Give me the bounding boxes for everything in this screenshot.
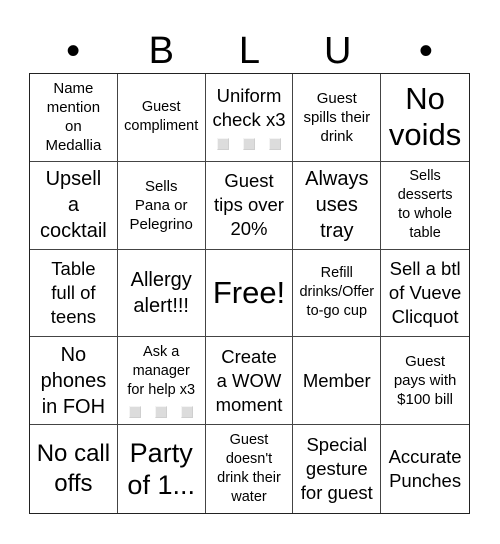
bingo-cell[interactable]: Create a WOW moment (205, 337, 294, 426)
cell-text: Party of 1... (127, 438, 195, 501)
cell-text: Guest doesn't drink their water (217, 432, 281, 506)
checkbox[interactable] (268, 138, 281, 151)
cell-text: Create a WOW moment (215, 345, 283, 415)
bingo-cell[interactable]: Always uses tray (293, 161, 382, 250)
checkbox[interactable] (242, 138, 255, 151)
cell-text: Sells Pana or Pelegrino (129, 177, 193, 233)
bingo-cell[interactable]: Guest spills their drink (293, 74, 382, 162)
cell-text: Accurate Punches (388, 446, 462, 492)
bingo-cell[interactable]: Special gesture for guest (293, 425, 382, 513)
cell-text: No voids (388, 81, 462, 153)
cell-text: Refill drinks/Offer to-go cup (299, 265, 375, 320)
bingo-cell[interactable]: Sell a btl of Vueve Clicquot (381, 250, 469, 338)
cell-text: Name mention on Medallia (45, 80, 102, 155)
bingo-cell[interactable]: Refill drinks/Offer to-go cup (293, 249, 382, 338)
header-letter-l: L (238, 29, 261, 72)
cell-text: Sells desserts to whole table (397, 168, 453, 242)
cell-text: Guest spills their drink (303, 89, 371, 145)
cell-text: Allergy alert!!! (130, 268, 192, 317)
checkbox[interactable] (129, 406, 142, 419)
cell-text: Ask a manager for help x3 (127, 344, 196, 399)
cell-text: Guest tips over 20% (214, 170, 284, 240)
bingo-cell[interactable]: Table full of teens (30, 249, 118, 338)
bingo-grid: Name mention on Medallia Guest complimen… (29, 73, 470, 514)
header-letter-u: U (323, 29, 352, 72)
bingo-cell[interactable]: Upsell a cocktail (30, 161, 118, 250)
bingo-cell[interactable]: Party of 1... (118, 425, 206, 513)
bingo-cell[interactable]: Allergy alert!!! (117, 249, 206, 338)
bingo-cell[interactable]: No voids (381, 74, 469, 162)
header-letter-b: B (148, 29, 174, 72)
cell-text: No call offs (36, 440, 111, 498)
header-dot-left: • (66, 28, 81, 73)
cell-text: Special gesture for guest (300, 434, 373, 504)
cell-text: Sell a btl of Vueve Clicquot (388, 257, 462, 327)
cell-text: Free! (212, 274, 286, 310)
bingo-cell[interactable]: Sells Pana or Pelegrino (117, 161, 206, 250)
cell-text: Member (302, 369, 371, 391)
bingo-cell[interactable]: No phones in FOH (30, 337, 118, 426)
bingo-cell[interactable]: Name mention on Medallia (30, 74, 118, 162)
bingo-cell[interactable]: Guest pays with $100 bill (381, 337, 469, 426)
checkbox[interactable] (181, 406, 194, 419)
checkbox-group (129, 406, 194, 419)
bingo-cell[interactable]: Guest doesn't drink their water (206, 425, 294, 513)
cell-text: Upsell a cocktail (40, 168, 107, 243)
header-dot-right: • (418, 28, 433, 73)
cell-text: Guest pays with $100 bill (393, 353, 457, 409)
checkbox-group (216, 138, 281, 151)
cell-text: Guest compliment (124, 99, 199, 135)
checkbox[interactable] (155, 406, 168, 419)
cell-text: Uniform check x3 (212, 85, 286, 131)
bingo-cell[interactable]: Guest tips over 20% (205, 161, 294, 250)
cell-text: Always uses tray (305, 168, 369, 243)
cell-text: Table full of teens (50, 257, 97, 327)
bingo-cell[interactable]: Uniform check x3 (205, 74, 294, 162)
bingo-cell[interactable]: Guest compliment (117, 74, 206, 162)
cell-text: No phones in FOH (40, 343, 107, 418)
bingo-cell[interactable]: Member (293, 337, 382, 426)
bingo-header: • B L U • (29, 28, 470, 73)
bingo-cell[interactable]: Ask a manager for help x3 (117, 337, 206, 426)
bingo-cell free-space[interactable]: Free! (205, 249, 294, 338)
bingo-cell[interactable]: No call offs (30, 425, 118, 513)
checkbox[interactable] (216, 138, 229, 151)
bingo-cell[interactable]: Accurate Punches (381, 425, 469, 513)
bingo-cell[interactable]: Sells desserts to whole table (381, 162, 469, 250)
